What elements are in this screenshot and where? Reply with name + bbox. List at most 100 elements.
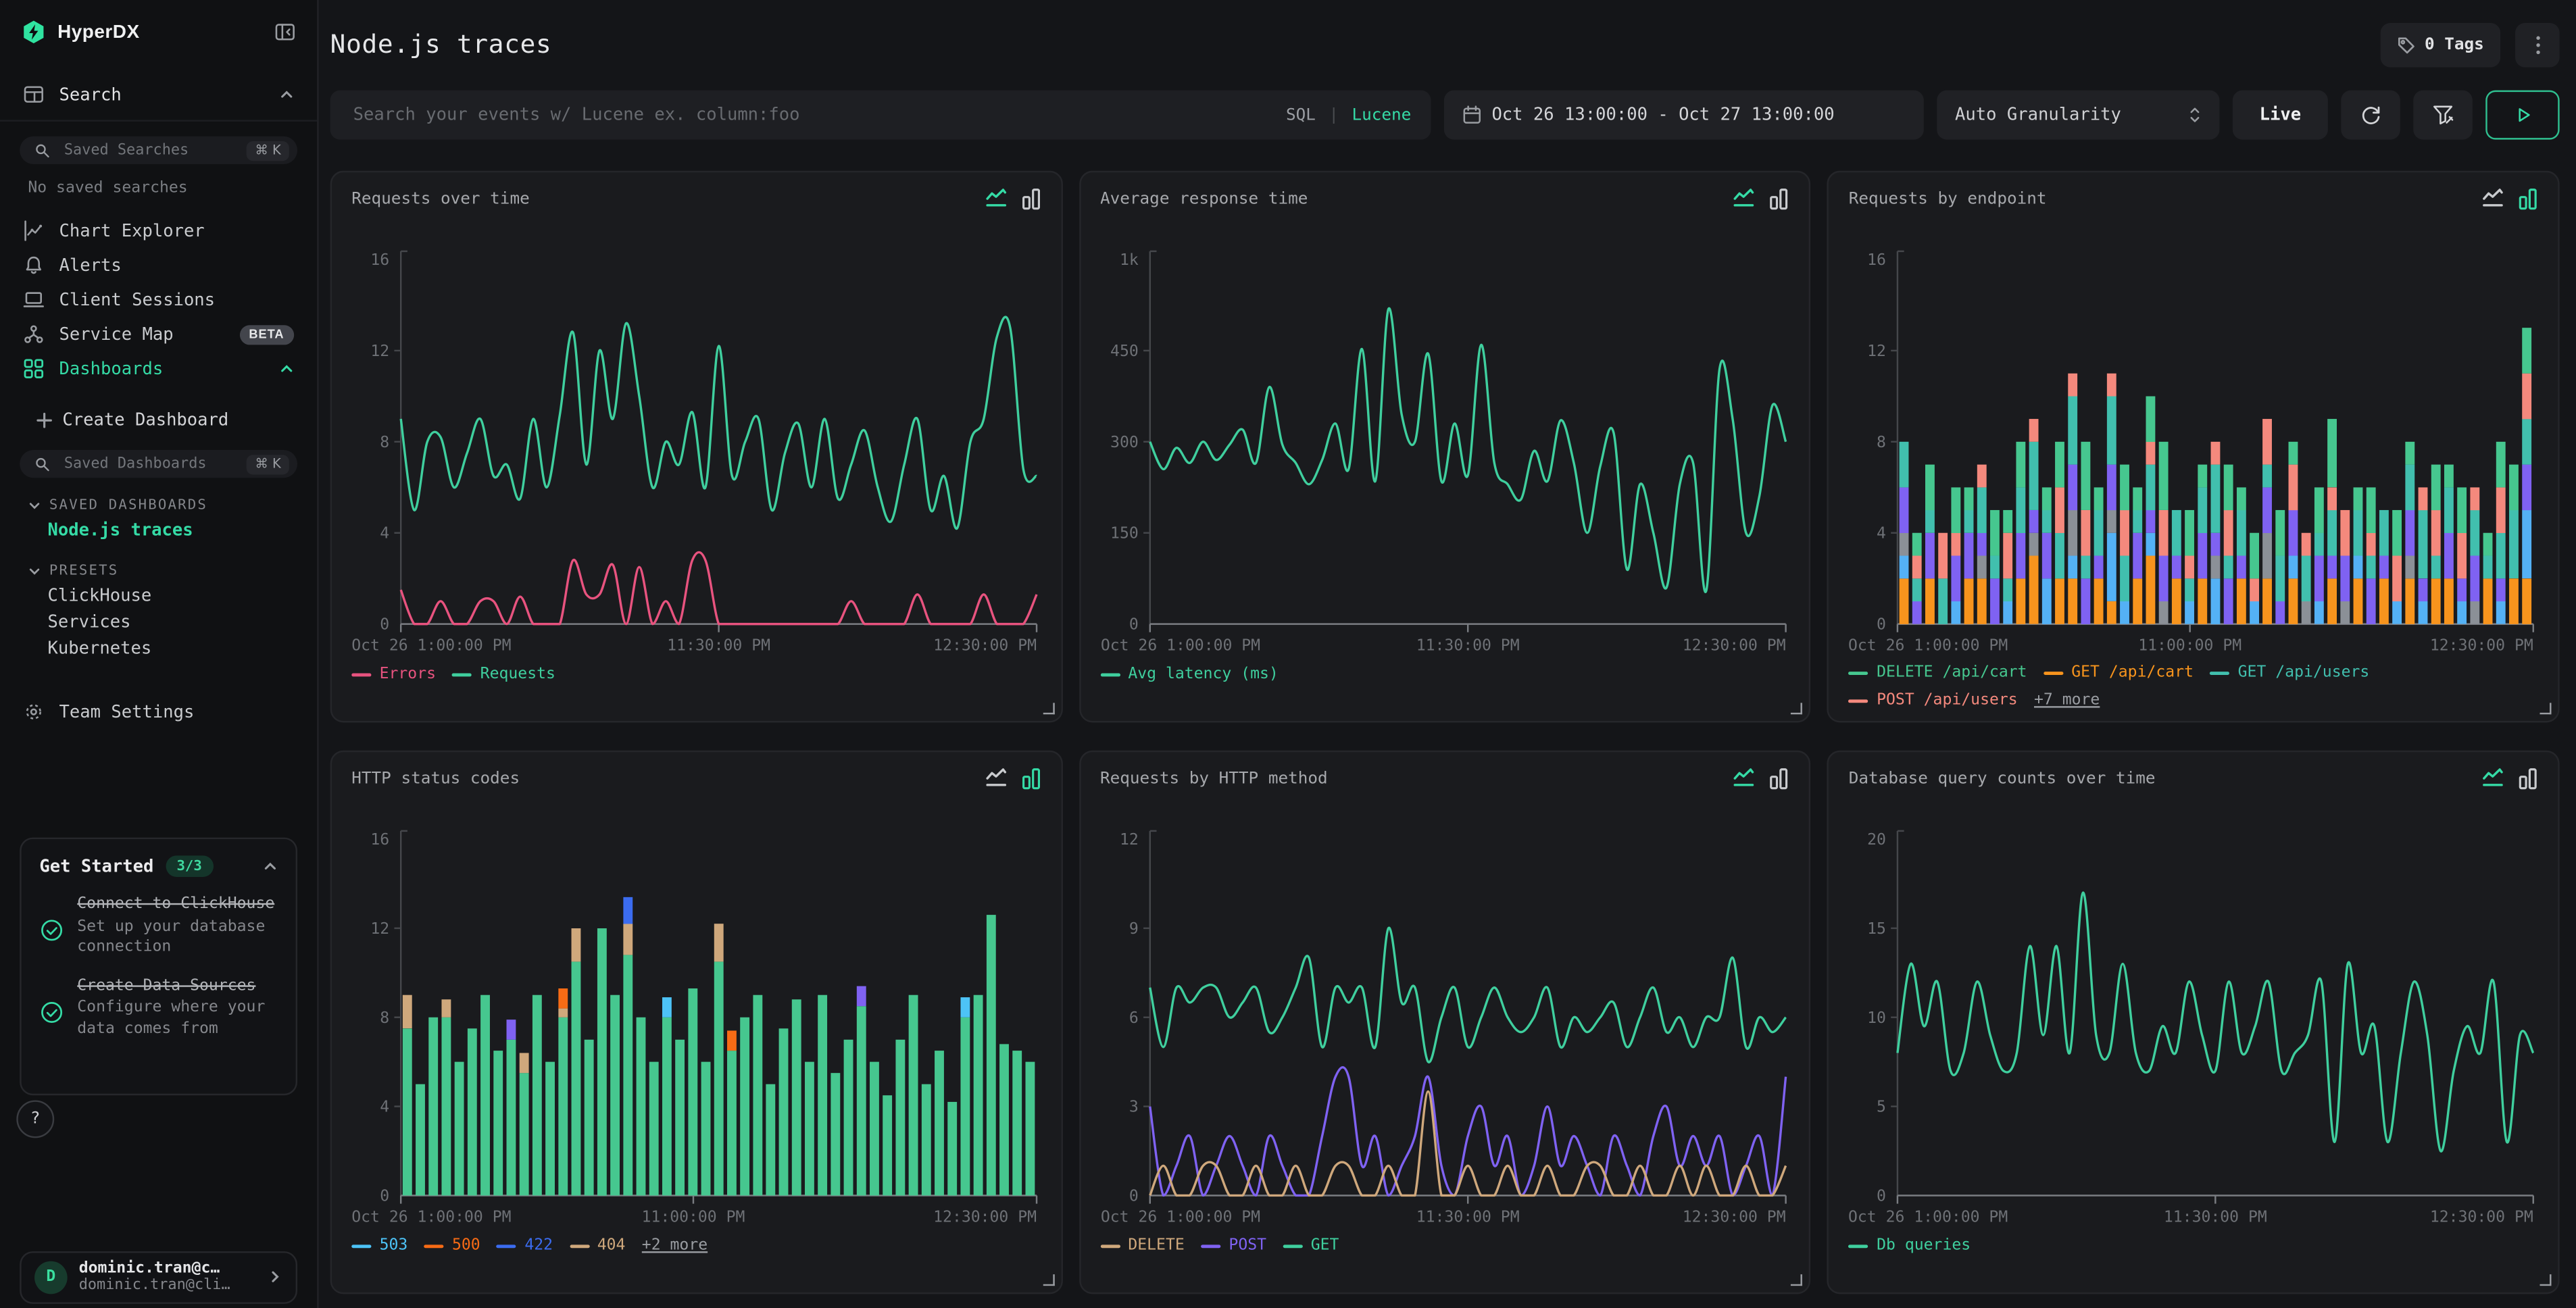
bar-chart-toggle[interactable]	[1021, 767, 1041, 790]
date-range-picker[interactable]: Oct 26 13:00:00 - Oct 27 13:00:00	[1444, 91, 1924, 140]
sidebar-item-client-sessions[interactable]: Client Sessions	[0, 282, 317, 317]
resize-handle[interactable]	[2540, 1274, 2551, 1286]
chevron-up-icon	[263, 859, 278, 874]
dashboards-grid-icon	[23, 358, 45, 380]
bar-chart-toggle[interactable]	[2519, 187, 2538, 210]
legend-item[interactable]: 404	[569, 1235, 625, 1258]
legend-more-link[interactable]: +7 more	[2034, 690, 2100, 713]
nav-label: Service Map	[59, 324, 224, 344]
get-started-step-sources[interactable]: Create Data Sources Configure where your…	[39, 976, 278, 1040]
svg-text:6: 6	[1129, 1009, 1138, 1027]
sidebar-item-search[interactable]: Search	[0, 77, 317, 111]
chart-title: Requests by HTTP method	[1100, 770, 1734, 788]
legend-item[interactable]: Db queries	[1849, 1235, 1971, 1258]
resize-handle[interactable]	[1043, 703, 1054, 714]
create-dashboard-button[interactable]: Create Dashboard	[0, 405, 317, 435]
select-chevrons-icon	[2188, 105, 2201, 125]
dashboard-link-nodejs-traces[interactable]: Node.js traces	[0, 518, 317, 544]
user-name: dominic.tran@c…	[79, 1259, 257, 1278]
help-button[interactable]: ?	[16, 1101, 54, 1138]
legend-item[interactable]: GET /api/cart	[2044, 662, 2194, 685]
filter-button[interactable]	[2413, 91, 2473, 140]
granularity-value: Auto Granularity	[1955, 105, 2179, 125]
svg-text:12: 12	[1119, 831, 1138, 849]
granularity-select[interactable]: Auto Granularity	[1937, 91, 2219, 140]
legend-item[interactable]: 503	[351, 1235, 407, 1258]
saved-dashboards-input[interactable]: ⌘ K	[20, 450, 297, 478]
sql-mode-toggle[interactable]: SQL	[1286, 106, 1316, 124]
bar-chart-toggle[interactable]	[1770, 767, 1789, 790]
legend-swatch	[2210, 672, 2229, 676]
get-started-step-connect[interactable]: Connect to ClickHouse Set up your databa…	[39, 895, 278, 959]
saved-searches-input[interactable]: ⌘ K	[20, 136, 297, 164]
line-chart-toggle[interactable]	[1734, 187, 1756, 210]
preset-link-services[interactable]: Services	[0, 609, 317, 636]
legend-item[interactable]: Avg latency (ms)	[1100, 663, 1279, 686]
line-chart-toggle[interactable]	[1734, 767, 1756, 790]
saved-dashboards-heading[interactable]: SAVED DASHBOARDS	[0, 495, 317, 518]
legend-item[interactable]: 422	[497, 1235, 553, 1258]
svg-text:Oct 26 1:00:00 PM: Oct 26 1:00:00 PM	[351, 1208, 511, 1226]
tags-button[interactable]: 0 Tags	[2380, 22, 2500, 67]
line-chart-toggle[interactable]	[985, 187, 1007, 210]
resize-handle[interactable]	[1791, 703, 1803, 714]
svg-text:16: 16	[370, 831, 389, 849]
hyperdx-logo-icon[interactable]	[22, 20, 46, 44]
preset-link-clickhouse[interactable]: ClickHouse	[0, 583, 317, 609]
nav-label: Chart Explorer	[59, 221, 295, 241]
line-chart-toggle[interactable]	[985, 767, 1007, 790]
preset-link-kubernetes[interactable]: Kubernetes	[0, 636, 317, 662]
svg-text:Oct 26 1:00:00 PM: Oct 26 1:00:00 PM	[1100, 1208, 1260, 1226]
nav-label: Alerts	[59, 255, 295, 275]
sidebar-item-dashboards[interactable]: Dashboards	[0, 351, 317, 386]
bar-chart-toggle[interactable]	[1770, 187, 1789, 210]
toolbar: SQL | Lucene Oct 26 13:00:00 - Oct 27 13…	[330, 91, 2560, 140]
saved-searches-field[interactable]	[61, 141, 237, 160]
refresh-button[interactable]	[2341, 91, 2400, 140]
legend-item[interactable]: 500	[424, 1235, 480, 1258]
sidebar-item-service-map[interactable]: Service Map BETA	[0, 317, 317, 351]
legend-item[interactable]: Requests	[452, 663, 555, 686]
saved-dashboards-field[interactable]	[61, 454, 237, 474]
line-chart-toggle[interactable]	[2482, 187, 2504, 210]
bar-chart-toggle[interactable]	[2519, 767, 2538, 790]
chart-title: Requests over time	[351, 190, 985, 208]
presets-heading[interactable]: PRESETS	[0, 560, 317, 583]
resize-handle[interactable]	[2540, 703, 2551, 714]
legend-item[interactable]: Errors	[351, 663, 436, 686]
live-button[interactable]: Live	[2233, 91, 2328, 140]
run-query-button[interactable]	[2485, 91, 2559, 140]
sidebar-item-chart-explorer[interactable]: Chart Explorer	[0, 213, 317, 248]
svg-text:0: 0	[1877, 1187, 1887, 1205]
legend-item[interactable]: GET /api/users	[2210, 662, 2369, 685]
sidebar-item-team-settings[interactable]: Team Settings	[0, 695, 317, 729]
event-search-input[interactable]	[350, 103, 1273, 126]
get-started-header[interactable]: Get Started 3/3	[39, 855, 278, 877]
stage: HyperDX Search ⌘ K No saved searches	[0, 0, 2576, 1308]
svg-text:Oct 26 1:00:00 PM: Oct 26 1:00:00 PM	[1100, 637, 1260, 655]
legend-item[interactable]: DELETE /api/cart	[1849, 662, 2027, 685]
svg-text:Oct 26 1:00:00 PM: Oct 26 1:00:00 PM	[1849, 637, 2008, 655]
legend-item[interactable]: GET	[1283, 1235, 1339, 1258]
legend-item[interactable]: DELETE	[1100, 1235, 1185, 1258]
line-chart-toggle[interactable]	[2482, 767, 2504, 790]
collapse-sidebar-icon[interactable]	[274, 22, 296, 43]
legend-swatch	[1201, 1244, 1220, 1249]
chevron-down-icon	[28, 565, 41, 578]
svg-text:11:30:00 PM: 11:30:00 PM	[2164, 1208, 2268, 1226]
svg-text:15: 15	[1868, 920, 1887, 938]
resize-handle[interactable]	[1791, 1274, 1803, 1286]
svg-text:8: 8	[380, 1009, 389, 1027]
lucene-mode-toggle[interactable]: Lucene	[1352, 106, 1411, 124]
user-menu[interactable]: D dominic.tran@c… dominic.tran@cli…	[20, 1251, 297, 1303]
more-options-button[interactable]	[2515, 22, 2560, 67]
legend-more-link[interactable]: +2 more	[642, 1235, 708, 1258]
legend-item[interactable]: POST	[1201, 1235, 1266, 1258]
team-settings-label: Team Settings	[59, 702, 295, 722]
sidebar-item-alerts[interactable]: Alerts	[0, 248, 317, 282]
page-header: Node.js traces 0 Tags	[330, 22, 2560, 68]
chart-plot: 0481216Oct 26 1:00:00 PM11:00:00 PM12:30…	[1849, 217, 2538, 659]
legend-item[interactable]: POST /api/users	[1849, 690, 2018, 713]
bar-chart-toggle[interactable]	[1021, 187, 1041, 210]
resize-handle[interactable]	[1043, 1274, 1054, 1286]
